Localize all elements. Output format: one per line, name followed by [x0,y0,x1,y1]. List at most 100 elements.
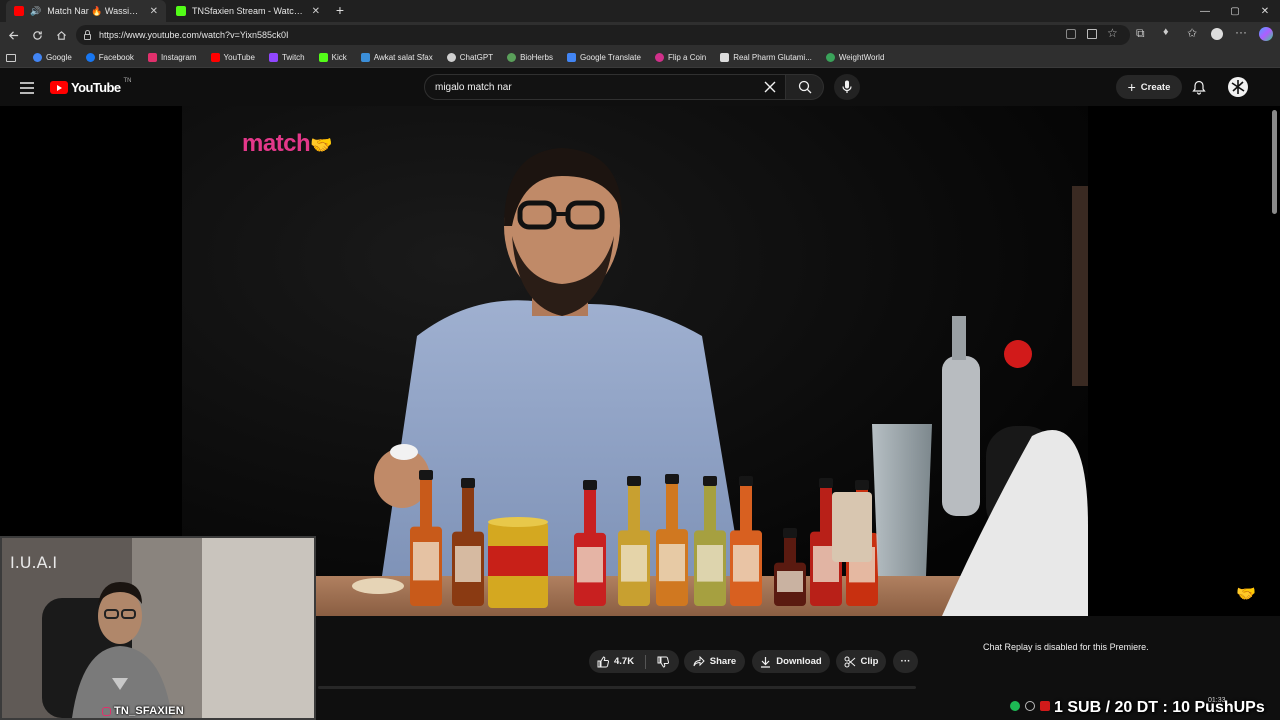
bookmark-google-translate[interactable]: Google Translate [562,50,646,66]
coin-icon [654,53,664,62]
bookmark-label: Google [46,53,72,62]
video-frame [182,106,1088,616]
plus-icon: + [1127,79,1136,95]
youtube-logo[interactable]: YouTube TN [50,78,132,95]
like-button[interactable]: 4.7K [597,655,634,668]
search-input[interactable]: migalo match nar [424,74,786,100]
download-button[interactable]: Download [752,650,830,673]
extensions-icon[interactable]: ⧉ [1136,26,1145,41]
youtube-favicon-icon [14,6,24,16]
svg-text:I.U.A.I: I.U.A.I [10,553,57,572]
copilot-icon[interactable] [1259,27,1273,41]
tin-can [488,517,548,608]
prayer-times-icon [360,53,370,62]
divider [645,654,647,669]
share-arrow-icon [693,656,705,667]
bread [352,578,404,594]
download-icon [761,656,771,668]
bookmark-weightworld[interactable]: WeightWorld [821,50,890,66]
tab-tnsfaxien-stream[interactable]: TNSfaxien Stream - Watch Live on Kick ✕ [168,0,328,22]
more-actions-button[interactable]: ··· [893,650,918,673]
page-scrollbar-thumb[interactable] [1272,110,1277,214]
share-button[interactable]: Share [684,650,745,673]
create-label: Create [1140,81,1171,93]
minimize-button[interactable]: — [1190,0,1220,22]
bookmark-flip-a-coin[interactable]: Flip a Coin [650,50,711,66]
browser-menu-icon[interactable]: ··· [1235,25,1247,39]
clip-button[interactable]: Clip [836,650,886,673]
bookmark-label: Facebook [98,53,134,62]
bookmark-label: Instagram [160,53,197,62]
bookmark-label: YouTube [223,53,255,62]
address-bar[interactable]: https://www.youtube.com/watch?v=Yixn585c… [76,25,1130,45]
record-icon [1040,701,1050,711]
maximize-button[interactable]: ▢ [1220,0,1250,22]
dislike-button[interactable] [657,656,670,668]
close-tab-icon[interactable]: ✕ [312,6,320,17]
lock-icon [84,29,91,40]
home-icon[interactable] [51,25,71,45]
stream-goal-overlay: 1 SUB / 20 DT : 10 PushUPs [1054,699,1265,716]
tracking-prevention-icon[interactable] [1066,29,1076,39]
tab-title: Match Nar 🔥 Wassim Migalo [47,5,143,16]
more-icon: ··· [900,656,911,667]
speaker-icon: 🔊 [30,5,42,16]
search-icon [798,80,811,94]
bookmark-label: Awkat salat Sfax [373,53,433,62]
handle-text: TN_SFAXIEN [114,705,184,717]
watermark-handshake-icon: 🤝 [1236,586,1256,603]
new-tab-button[interactable]: + [332,2,348,18]
share-label: Share [709,656,737,667]
horizontal-scrollbar[interactable] [318,686,916,689]
refresh-icon[interactable] [27,25,47,45]
bookmark-chatgpt[interactable]: ChatGPT [442,50,498,66]
profile-avatar-icon[interactable] [1211,28,1223,40]
close-tab-icon[interactable]: ✕ [150,6,158,17]
thumbs-up-icon [597,655,609,667]
back-arrow-icon[interactable] [3,25,23,45]
bookmark-youtube[interactable]: YouTube [206,50,260,66]
search-query: migalo match nar [435,81,512,93]
favorites-icon[interactable]: ✩ [1187,26,1197,40]
chat-replay-message: Chat Replay is disabled for this Premier… [983,642,1149,652]
search-button[interactable] [786,74,824,100]
bookmark-real-pharm[interactable]: Real Pharm Glutami... [715,50,817,66]
system-clock: 01:33 [1208,697,1226,704]
youtube-icon [210,53,220,62]
bookmark-bioherbs[interactable]: BioHerbs [502,50,558,66]
tab-title: TNSfaxien Stream - Watch Live on Kick [192,6,306,16]
webcam-feed: I.U.A.I [2,538,314,718]
country-code: TN [123,78,132,84]
brand-text: match [242,130,311,157]
hamburger-menu-icon[interactable] [20,81,34,94]
close-window-button[interactable]: ✕ [1250,0,1280,22]
performance-icon[interactable]: ♦ [1163,26,1169,38]
bookmark-label: Kick [331,53,347,62]
kick-icon [318,53,328,62]
bookmark-facebook[interactable]: Facebook [81,50,139,66]
tray-icon [1025,701,1035,711]
streamer-webcam: I.U.A.I [0,536,316,720]
bookmark-awkat-salat[interactable]: Awkat salat Sfax [356,50,438,66]
streamer-handle: TN_SFAXIEN [102,705,184,717]
bookmark-google[interactable]: Google [28,50,77,66]
notifications-bell-icon[interactable] [1192,80,1206,100]
tab-match-nar[interactable]: 🔊 Match Nar 🔥 Wassim Migalo ✕ [6,0,166,22]
bookmark-kick[interactable]: Kick [314,50,352,66]
bookmark-instagram[interactable]: Instagram [143,50,202,66]
bookmark-twitch[interactable]: Twitch [264,50,310,66]
clear-search-icon[interactable] [763,80,777,94]
thumbs-down-icon [657,656,670,668]
spotify-icon [1010,701,1020,711]
voice-search-button[interactable] [834,74,860,100]
app-available-icon[interactable] [1087,29,1097,39]
favorite-star-icon[interactable]: ☆ [1107,26,1118,40]
bookmarks-menu-icon[interactable] [6,53,16,62]
youtube-wordmark: YouTube [71,80,121,95]
bookmark-label: Flip a Coin [667,53,707,62]
match-brand-logo: match🤝 [242,130,333,158]
create-button[interactable]: + Create [1116,75,1182,99]
microphone-icon [842,80,852,93]
twitch-icon [268,53,278,62]
account-avatar[interactable] [1228,77,1248,97]
